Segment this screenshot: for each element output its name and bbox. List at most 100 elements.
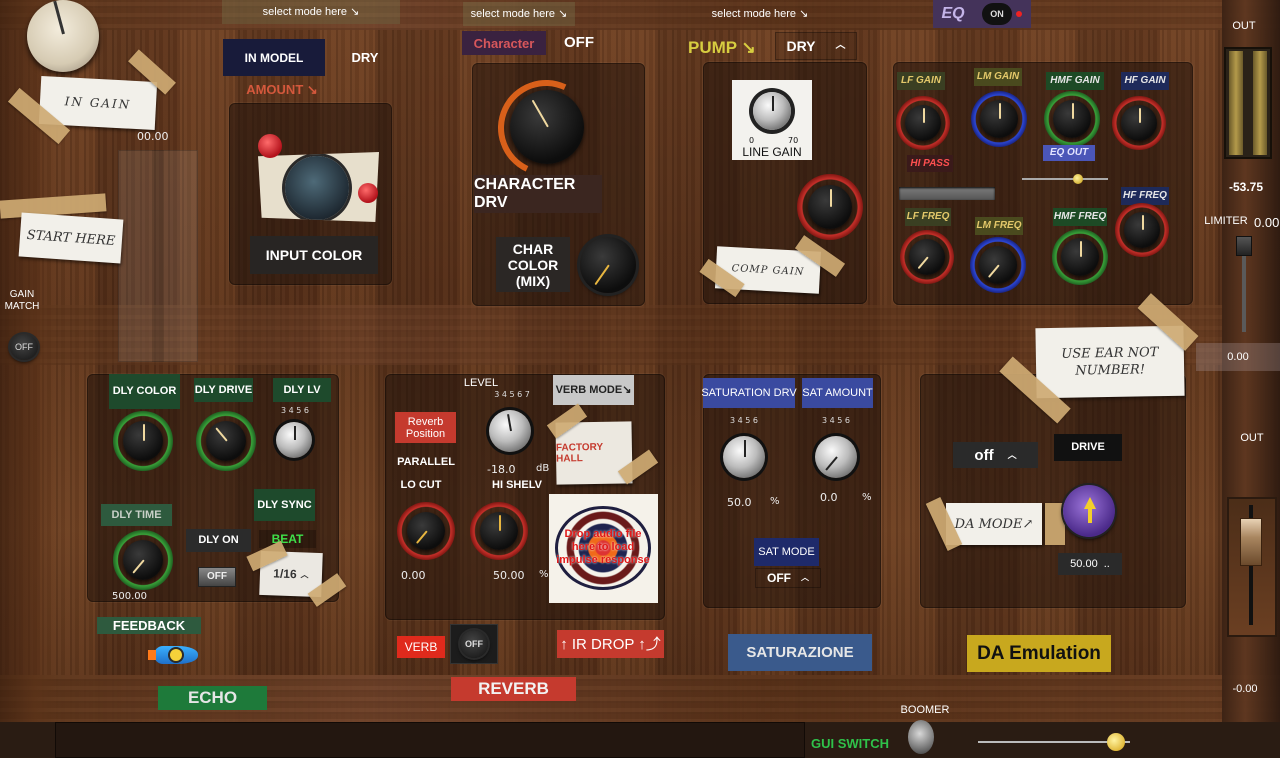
dly-sync-button[interactable]: DLY SYNC xyxy=(254,489,315,521)
gui-switch-label[interactable]: GUI SWITCH xyxy=(811,736,889,751)
dry-label[interactable]: DRY xyxy=(344,50,386,65)
saturation-drv-knob[interactable] xyxy=(723,436,765,478)
output-gain-text: 0.00 xyxy=(1227,351,1249,363)
lo-cut-knob[interactable] xyxy=(407,512,445,550)
impulse-drop-zone[interactable]: Drop audio file here to load impulse res… xyxy=(549,494,658,603)
beat-label: BEAT xyxy=(259,530,316,548)
input-meter xyxy=(118,150,198,362)
pump-knob[interactable] xyxy=(808,185,852,229)
da-emulation-label: DA Emulation xyxy=(967,635,1111,672)
verb-switch[interactable]: OFF xyxy=(460,630,488,658)
hmf-freq-knob[interactable] xyxy=(1061,238,1099,276)
level-value: -18.0 xyxy=(487,463,516,476)
input-gain-knob[interactable] xyxy=(27,0,99,72)
saturation-drv-value: 50.0 xyxy=(727,496,752,509)
sat-amount-button[interactable]: SAT AMOUNT xyxy=(802,378,873,408)
char-color-mix-button[interactable]: CHAR COLOR (MIX) xyxy=(496,237,570,292)
output-fader-thumb[interactable] xyxy=(1240,518,1262,566)
character-state[interactable]: OFF xyxy=(555,34,603,51)
reverb-position-button[interactable]: Reverb Position xyxy=(395,412,456,443)
hi-shelv-value: 50.00 xyxy=(493,569,525,582)
character-drv-button[interactable]: CHARACTER DRV xyxy=(474,175,602,213)
lf-gain-label: LF GAIN xyxy=(897,72,945,90)
reverb-position-text: Reverb Position xyxy=(405,415,446,440)
gain-match-label: GAIN MATCH xyxy=(4,289,40,312)
lf-gain-knob[interactable] xyxy=(905,105,941,141)
frame-top-rail xyxy=(0,0,1280,30)
eq-out-slider-track[interactable] xyxy=(1022,178,1108,180)
hi-pass-label: HI PASS xyxy=(907,155,953,172)
lm-gain-knob[interactable] xyxy=(980,100,1018,138)
lf-freq-knob[interactable] xyxy=(909,239,945,275)
limiter-slider-thumb[interactable] xyxy=(1236,236,1252,256)
eq-on-toggle[interactable]: ON xyxy=(973,0,1031,28)
line-gain-knob[interactable] xyxy=(753,92,791,130)
verb-mode-button[interactable]: VERB MODE↘ xyxy=(553,375,634,405)
verb-switch-box[interactable]: OFF xyxy=(450,624,498,664)
char-color-knob[interactable] xyxy=(580,237,636,293)
amount-label: AMOUNT ↘ xyxy=(246,82,318,97)
sat-mode-select[interactable]: OFF ︿ xyxy=(755,568,821,588)
input-color-button[interactable]: INPUT COLOR xyxy=(250,236,378,274)
dly-on-button[interactable]: DLY ON xyxy=(186,529,251,552)
da-mode-select[interactable]: off ︿ xyxy=(953,442,1038,468)
line-gain-scale-low: 0 xyxy=(749,136,755,145)
hf-gain-knob[interactable] xyxy=(1121,105,1157,141)
lm-freq-knob[interactable] xyxy=(979,246,1017,284)
use-ear-note: USE EAR NOT NUMBER! xyxy=(1035,325,1185,399)
boomer-toggle[interactable] xyxy=(908,720,934,754)
dly-drive-knob[interactable] xyxy=(206,421,246,461)
dly-lv-scale: 3 4 5 6 xyxy=(281,406,309,415)
chevron-up-icon: ︿ xyxy=(835,40,846,51)
in-model-button[interactable]: IN MODEL xyxy=(223,39,325,76)
eq-switch[interactable]: ON xyxy=(982,3,1012,25)
pump-label[interactable]: PUMP ↘ xyxy=(688,38,768,58)
saturation-drv-button[interactable]: SATURATION DRV xyxy=(701,378,797,408)
dly-drive-button[interactable]: DLY DRIVE xyxy=(194,378,253,402)
use-ear-note-text: USE EAR NOT NUMBER! xyxy=(1061,345,1159,379)
hi-pass-slider[interactable] xyxy=(899,187,995,200)
hi-shelv-knob[interactable] xyxy=(480,512,518,550)
line-gain-scale-high: 70 xyxy=(788,136,799,145)
ir-drop-button[interactable]: ↑ IR DROP ↑⤴ xyxy=(557,630,664,658)
pump-mode-select[interactable]: DRY ︿ xyxy=(775,32,857,60)
dly-time-knob[interactable] xyxy=(123,540,163,580)
lm-freq-label: LM FREQ xyxy=(975,217,1023,235)
output-meter-value: -53.75 xyxy=(1228,180,1264,194)
verb-button[interactable]: VERB xyxy=(397,636,445,658)
out-label: OUT xyxy=(1232,20,1256,32)
output-gain-value: 0.00 xyxy=(1196,343,1280,371)
gui-slider-thumb[interactable] xyxy=(1107,733,1125,751)
red-pin-icon xyxy=(258,134,282,158)
output-meter-left xyxy=(1229,51,1243,155)
dly-lv-button[interactable]: DLY LV xyxy=(273,378,331,402)
drive-button[interactable]: DRIVE xyxy=(1054,434,1122,461)
dly-color-knob[interactable] xyxy=(123,421,163,461)
gain-match-switch-text: OFF xyxy=(15,342,33,352)
line-gain-label: LINE GAIN xyxy=(742,145,802,159)
hf-freq-knob[interactable] xyxy=(1124,212,1160,248)
eq-out-slider-thumb[interactable] xyxy=(1073,174,1083,184)
hi-shelv-label: HI SHELV xyxy=(492,479,542,491)
start-here-note: START HERE xyxy=(18,212,124,264)
sat-amount-knob[interactable] xyxy=(815,436,857,478)
level-knob[interactable] xyxy=(489,410,531,452)
hmf-gain-knob[interactable] xyxy=(1053,100,1091,138)
character-drv-knob[interactable] xyxy=(510,90,584,164)
in-gain-value: 00.00 xyxy=(137,130,169,143)
dly-color-button[interactable]: DLY COLOR xyxy=(109,374,180,409)
character-label[interactable]: Character xyxy=(462,31,546,55)
gain-match-switch[interactable]: OFF xyxy=(10,334,38,360)
sat-amount-unit: % xyxy=(862,492,872,503)
eq-switch-text: ON xyxy=(990,8,1004,19)
dly-time-button[interactable]: DLY TIME xyxy=(101,504,172,526)
dly-lv-knob[interactable] xyxy=(276,422,312,458)
dly-on-switch[interactable]: OFF xyxy=(198,567,236,587)
bottom-display xyxy=(55,722,805,758)
factory-hall-text: FACTORY HALL xyxy=(555,441,604,465)
tape xyxy=(1045,503,1065,545)
mode-hint-3: select mode here ↘ xyxy=(711,7,809,20)
eq-label[interactable]: EQ xyxy=(933,0,973,28)
drive-knob[interactable] xyxy=(1063,485,1115,537)
char-color-mix-text: CHAR COLOR (MIX) xyxy=(507,240,559,289)
